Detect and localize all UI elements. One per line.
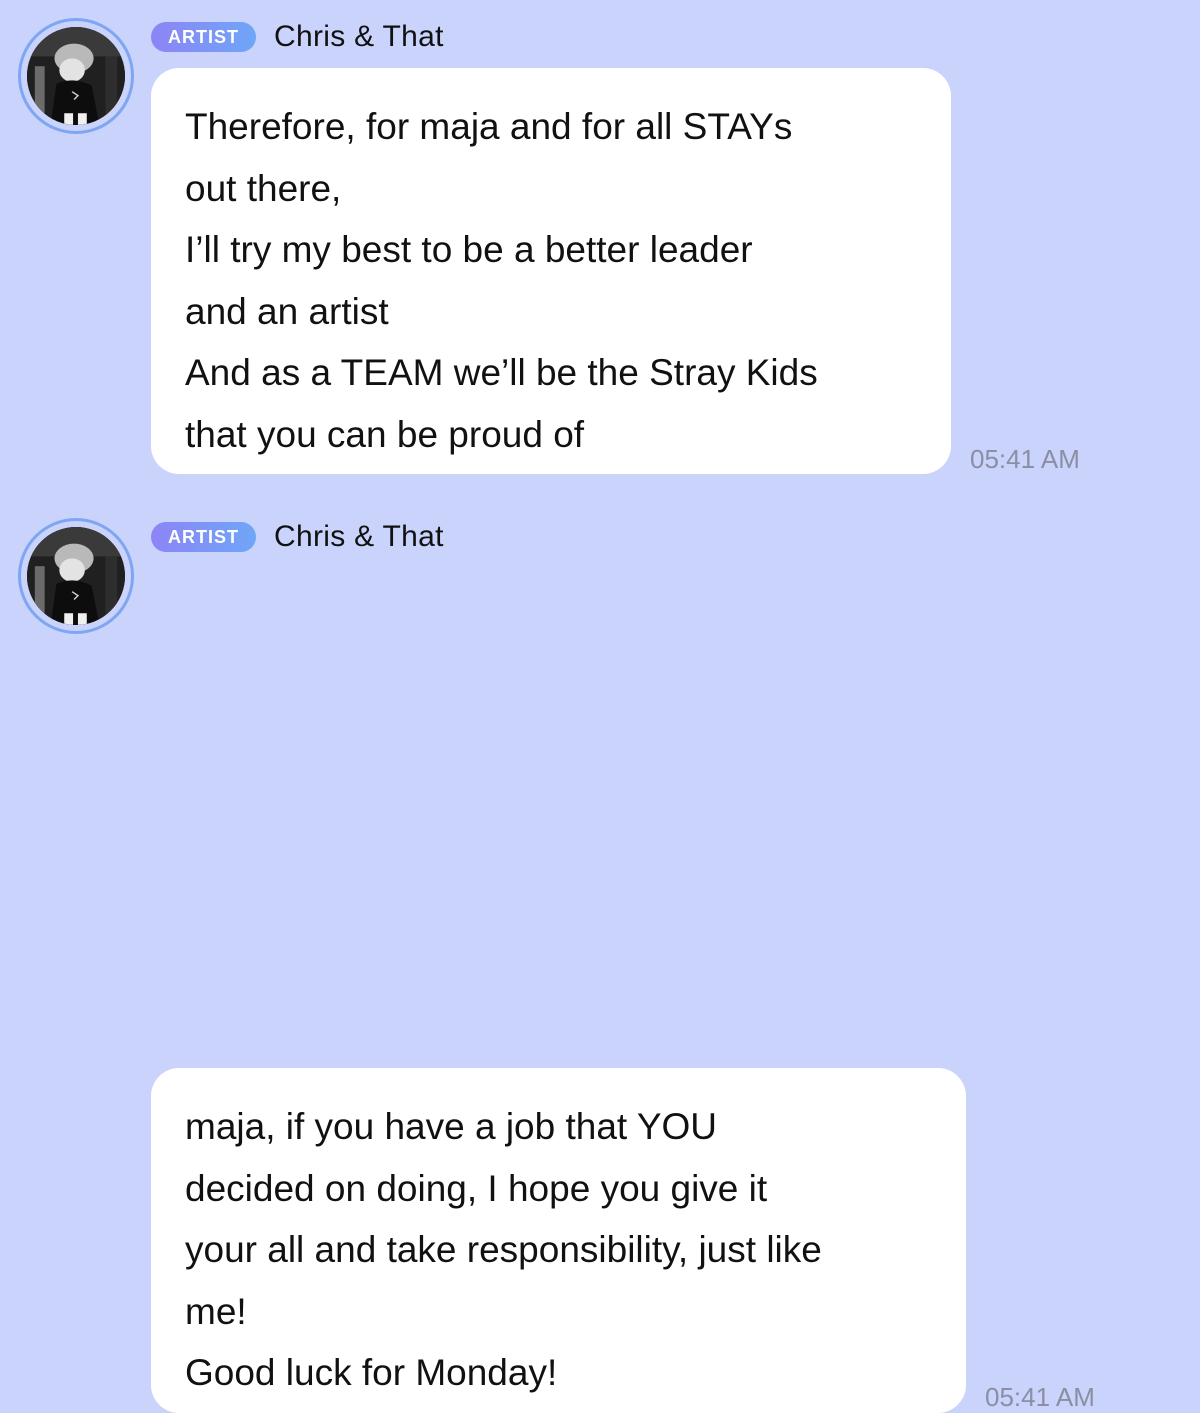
avatar-image xyxy=(27,27,125,125)
sender-name[interactable]: Chris & That xyxy=(274,520,444,554)
avatar-photo xyxy=(27,527,125,625)
chat-message: ARTIST Chris & That maja, if you have a … xyxy=(0,500,1200,1413)
message-header: ARTIST Chris & That xyxy=(151,20,444,54)
avatar[interactable] xyxy=(18,518,134,634)
chat-message: ARTIST Chris & That Therefore, for maja … xyxy=(0,0,1200,480)
message-bubble[interactable]: Therefore, for maja and for all STAYs ou… xyxy=(151,68,951,474)
message-text-line: me! xyxy=(185,1290,247,1332)
message-text-line: Therefore, for maja and for all STAYs xyxy=(185,106,793,147)
avatar-photo xyxy=(27,27,125,125)
message-text-line: and an artist xyxy=(185,290,389,332)
sender-name[interactable]: Chris & That xyxy=(274,20,444,54)
message-text-line: maja, if you have a job that YOU xyxy=(185,1106,718,1147)
message-text-line: Good luck for Monday! xyxy=(185,1352,558,1393)
message-text-line: decided on doing, I hope you give it xyxy=(185,1167,768,1209)
message-text-line: that you can be proud of xyxy=(185,413,585,455)
artist-badge: ARTIST xyxy=(151,22,256,52)
message-timestamp: 05:41 AM xyxy=(985,1382,1095,1412)
message-bubble[interactable]: maja, if you have a job that YOU decided… xyxy=(151,1068,966,1413)
avatar[interactable] xyxy=(18,18,134,134)
message-text-line: out there, xyxy=(185,167,342,209)
avatar-image xyxy=(27,527,125,625)
message-text-line: And as a TEAM we’ll be the Stray Kids xyxy=(185,352,818,393)
artist-badge: ARTIST xyxy=(151,522,256,552)
message-header: ARTIST Chris & That xyxy=(151,520,444,554)
message-timestamp: 05:41 AM xyxy=(970,444,1080,474)
message-text-line: I’ll try my best to be a better leader xyxy=(185,229,753,270)
message-text-line: your all and take responsibility, just l… xyxy=(185,1229,822,1270)
